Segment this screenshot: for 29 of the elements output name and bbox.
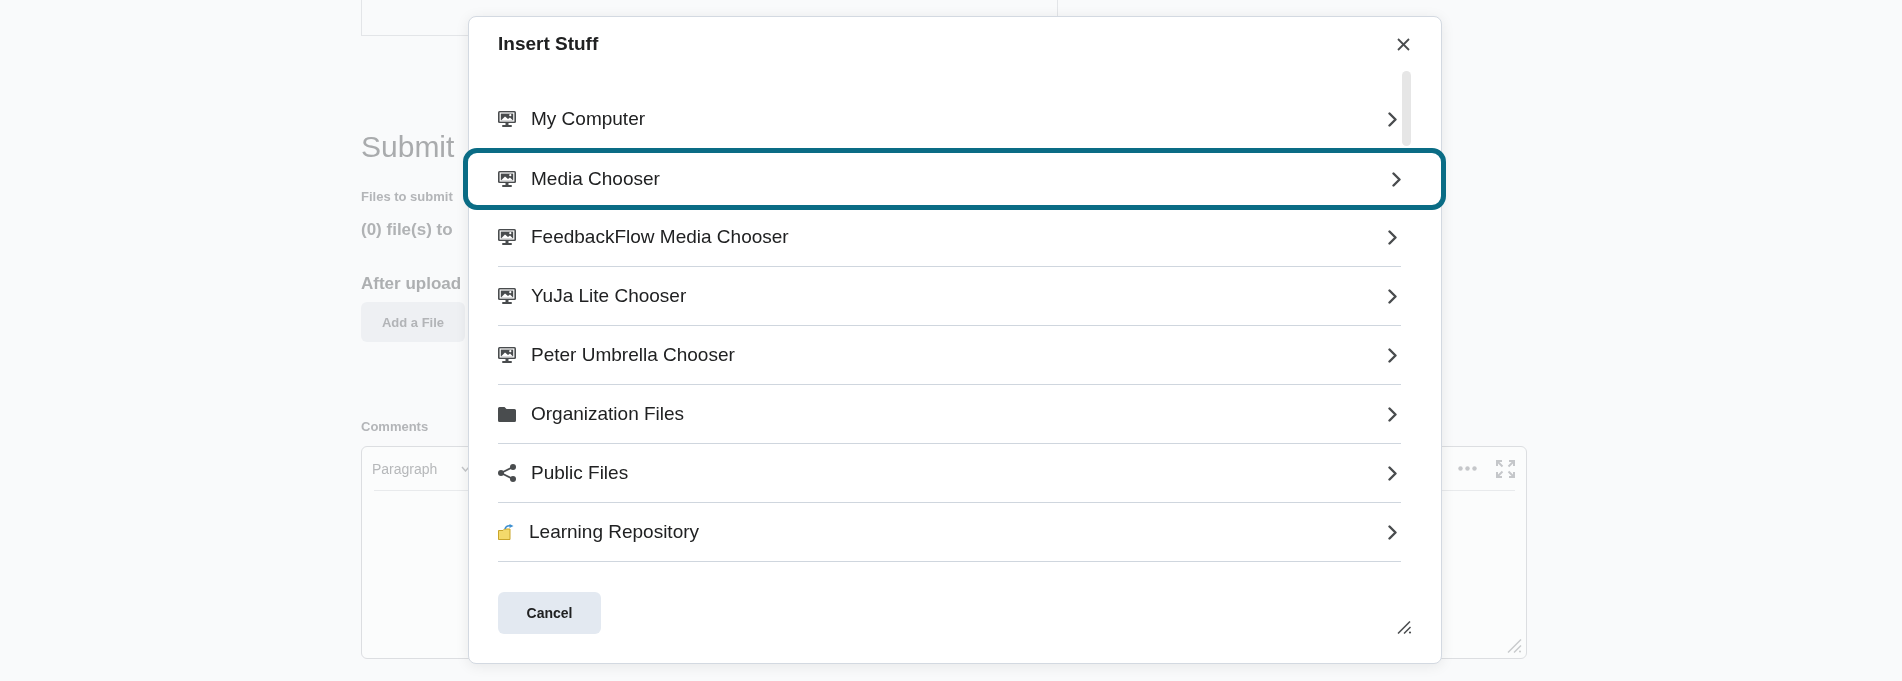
monitor-icon	[498, 171, 516, 187]
chevron-right-icon	[1388, 347, 1397, 363]
source-item[interactable]: Media Chooser	[463, 148, 1446, 210]
chevron-right-icon	[1388, 465, 1397, 481]
chevron-right-icon	[1388, 229, 1397, 245]
field-label: Files to submit	[361, 189, 453, 205]
monitor-icon	[498, 229, 516, 245]
chevron-right-icon	[1388, 288, 1397, 304]
monitor-icon	[498, 288, 516, 304]
fullscreen-icon[interactable]	[1496, 459, 1515, 478]
folder-arrow-icon	[498, 524, 514, 540]
folder-icon	[498, 406, 516, 422]
chevron-right-icon	[1388, 524, 1397, 540]
resize-grip-icon[interactable]	[1397, 621, 1412, 634]
cancel-button[interactable]: Cancel	[498, 592, 601, 634]
monitor-icon	[498, 347, 516, 363]
close-icon[interactable]	[1397, 37, 1410, 51]
dialog-title: Insert Stuff	[498, 33, 599, 55]
section-heading: After upload	[361, 273, 462, 295]
page-heading: Submit	[361, 129, 455, 165]
monitor-icon	[498, 111, 516, 127]
scrollbar-thumb[interactable]	[1402, 71, 1411, 146]
field-label: Comments	[361, 419, 429, 435]
chevron-right-icon	[1388, 406, 1397, 422]
file-count-text: (0) file(s) to	[361, 219, 453, 241]
share-icon	[498, 464, 516, 482]
more-icon[interactable]	[1458, 466, 1477, 471]
chevron-right-icon	[1388, 111, 1397, 127]
chevron-right-icon	[1392, 171, 1401, 187]
